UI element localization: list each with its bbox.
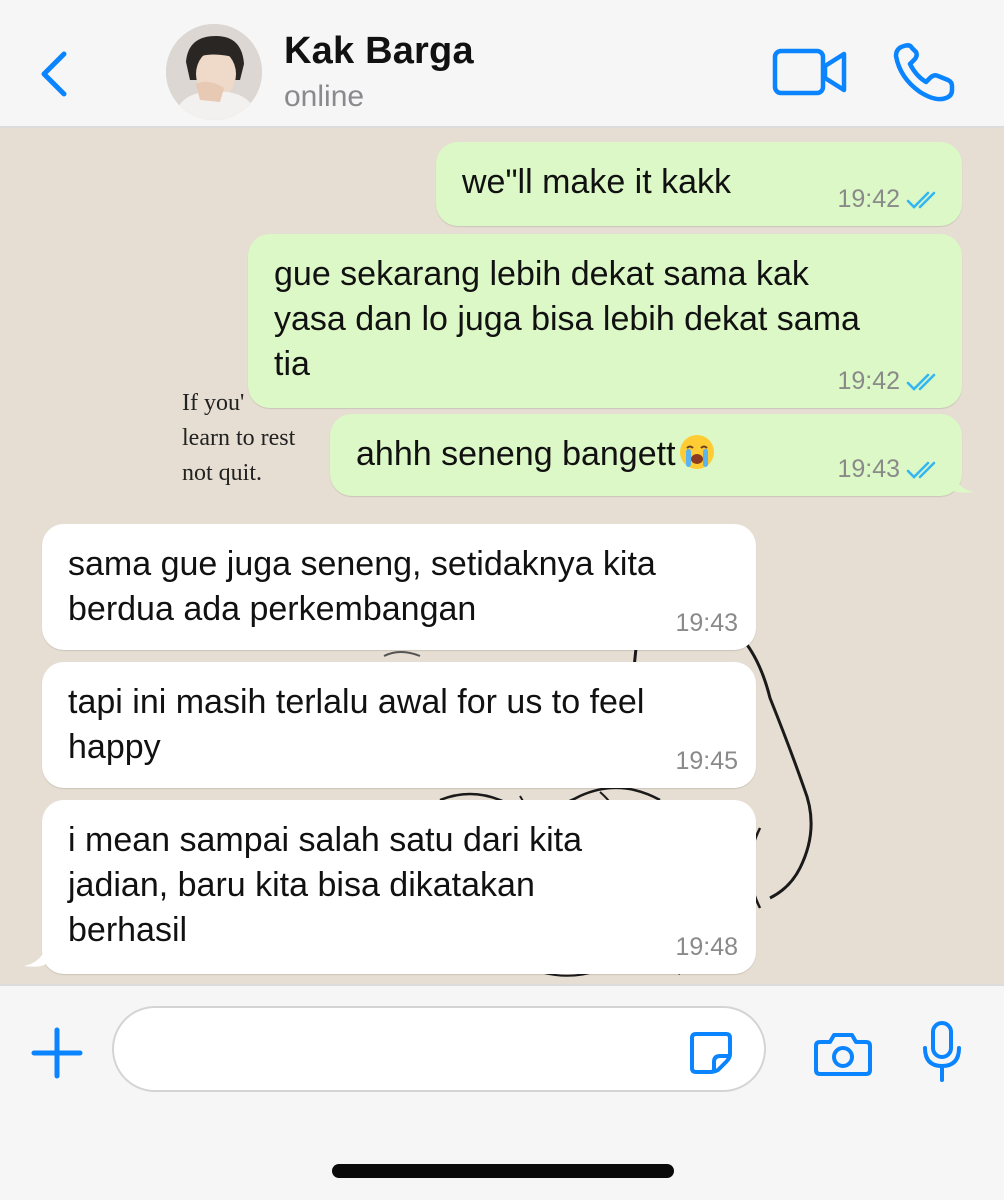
microphone-icon[interactable] <box>920 1020 964 1084</box>
quote-line: not quit. <box>182 460 263 486</box>
message-meta: 19:43 <box>675 609 738 638</box>
message-line: sama gue juga seneng, setidaknya kita <box>68 545 656 583</box>
message-input[interactable] <box>112 1006 766 1092</box>
contact-name[interactable]: Kak Barga <box>284 30 474 73</box>
chat-area[interactable]: If you' learn to rest not quit. we"ll ma… <box>0 128 1004 984</box>
incoming-message[interactable]: tapi ini masih terlalu awal for us to fe… <box>42 662 756 788</box>
outgoing-message[interactable]: ahhh seneng bangett 19:43 <box>330 414 962 496</box>
quote-line: learn to rest <box>182 425 296 451</box>
message-time: 19:43 <box>675 609 738 637</box>
message-time: 19:42 <box>837 185 900 213</box>
message-line: berhasil <box>68 911 188 949</box>
message-meta: 19:42 <box>837 185 944 214</box>
outgoing-message[interactable]: we"ll make it kakk 19:42 <box>436 142 962 226</box>
incoming-message[interactable]: i mean sampai salah satu dari kita jadia… <box>42 800 756 974</box>
message-line: tapi ini masih terlalu awal for us to fe… <box>68 683 645 721</box>
contact-status: online <box>284 80 365 113</box>
chevron-left-icon[interactable] <box>28 40 80 108</box>
message-meta: 19:45 <box>675 747 738 776</box>
avatar[interactable] <box>166 24 262 120</box>
message-time: 19:45 <box>675 747 738 775</box>
outgoing-message[interactable]: gue sekarang lebih dekat sama kak yasa d… <box>248 234 962 408</box>
input-bar <box>0 984 1004 1200</box>
double-check-icon <box>906 191 936 209</box>
bubble-tail <box>24 946 46 967</box>
message-text: sama gue juga seneng, setidaknya kita be… <box>68 542 732 632</box>
loudly-crying-face-icon <box>679 435 714 469</box>
message-text: tapi ini masih terlalu awal for us to fe… <box>68 680 732 770</box>
avatar-image <box>166 24 262 120</box>
sticker-icon[interactable] <box>688 1030 734 1076</box>
message-time: 19:42 <box>837 367 900 395</box>
message-line: berdua ada perkembangan <box>68 590 477 628</box>
message-time: 19:43 <box>837 455 900 483</box>
message-time: 19:48 <box>675 933 738 961</box>
phone-icon[interactable] <box>890 40 960 104</box>
message-meta: 19:42 <box>837 367 944 396</box>
message-meta: 19:48 <box>675 933 738 962</box>
message-line: ahhh seneng bangett <box>356 435 676 473</box>
message-line: gue sekarang lebih dekat sama kak <box>274 255 809 293</box>
double-check-icon <box>906 461 936 479</box>
video-call-icon[interactable] <box>772 46 848 98</box>
double-check-icon <box>906 373 936 391</box>
plus-icon[interactable] <box>30 1026 84 1080</box>
incoming-message[interactable]: sama gue juga seneng, setidaknya kita be… <box>42 524 756 650</box>
message-line: happy <box>68 728 161 766</box>
message-meta: 19:43 <box>837 455 944 484</box>
message-line: i mean sampai salah satu dari kita <box>68 821 583 859</box>
chat-screen: Kak Barga online If you' learn to rest n… <box>0 0 1004 1200</box>
message-text: i mean sampai salah satu dari kita jadia… <box>68 818 732 953</box>
message-line: yasa dan lo juga bisa lebih dekat sama <box>274 300 860 338</box>
message-line: jadian, baru kita bisa dikatakan <box>68 866 535 904</box>
home-indicator <box>332 1164 674 1178</box>
bubble-tail <box>952 472 974 493</box>
chat-header: Kak Barga online <box>0 0 1004 128</box>
camera-icon[interactable] <box>814 1030 872 1078</box>
